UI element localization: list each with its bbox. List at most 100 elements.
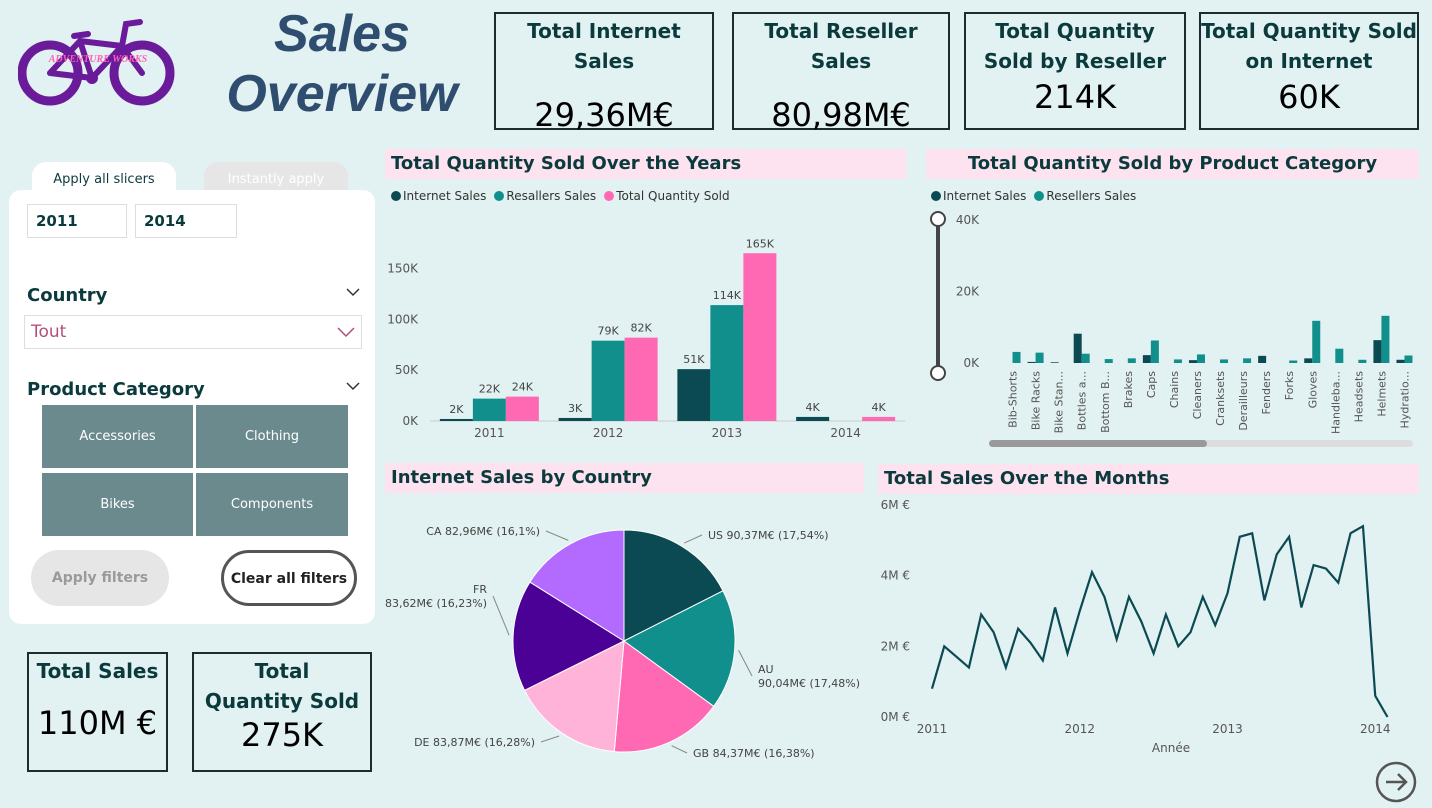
- legend-item: Internet Sales: [931, 189, 1026, 203]
- bar: [1012, 351, 1021, 363]
- leader-line: [683, 534, 703, 544]
- kpi-value: 214K: [1033, 78, 1117, 116]
- chevron-down-icon[interactable]: [344, 283, 362, 301]
- data-label: 4K: [872, 401, 887, 414]
- arrow-right-circle-icon[interactable]: [1374, 760, 1418, 804]
- country-chart-title: Internet Sales by Country: [385, 463, 864, 493]
- bar: [558, 417, 592, 421]
- bar: [1304, 358, 1313, 363]
- legend-item: Resellers Sales: [1034, 189, 1136, 203]
- clear-all-filters-button[interactable]: Clear all filters: [221, 550, 357, 606]
- bar: [1373, 340, 1382, 363]
- slice-label: FR 83,62M€ (16,23%): [385, 583, 487, 610]
- category-chart-title: Total Quantity Sold by Product Category: [926, 149, 1419, 179]
- slice-label: CA 82,96M€ (16,1%): [426, 525, 540, 538]
- title-line-2: Overview: [226, 65, 458, 123]
- bar: [710, 305, 744, 421]
- x-tick-label: Handleba...: [1329, 371, 1342, 434]
- slice-label: GB 84,37M€ (16,38%): [693, 747, 815, 760]
- leader-line: [738, 649, 753, 677]
- x-tick-label: 2012: [593, 426, 624, 440]
- slice-label: AU 90,04M€ (17,48%): [758, 663, 860, 690]
- bar: [1289, 360, 1298, 363]
- months-chart-title: Total Sales Over the Months: [878, 464, 1419, 494]
- category-button-clothing[interactable]: Clothing: [196, 405, 348, 468]
- data-label: 3K: [568, 402, 583, 415]
- x-tick-label: 2014: [1360, 722, 1391, 736]
- bar: [1150, 340, 1159, 363]
- bar: [1243, 358, 1252, 363]
- category-button-components[interactable]: Components: [196, 473, 348, 536]
- data-label: 82K: [631, 322, 653, 335]
- country-dropdown-value: Tout: [31, 322, 67, 342]
- x-tick-label: Chains: [1168, 371, 1181, 408]
- years-bar-chart: 0K 50K 100K 150K 2011 2K 22K 24K 2012 3K 79K 82K 201…: [387, 237, 905, 440]
- legend-item: Internet Sales: [391, 189, 486, 203]
- y-tick-label: 4M €: [881, 569, 910, 583]
- bar: [1188, 360, 1197, 363]
- bar: [439, 418, 473, 421]
- page-title: Sales Overview: [222, 4, 462, 124]
- x-tick-label: Cranksets: [1214, 371, 1227, 426]
- x-tick-label: 2014: [830, 426, 861, 440]
- x-tick-label: Bib-Shorts: [1007, 371, 1020, 428]
- bar: [1027, 361, 1036, 363]
- bar: [1358, 359, 1367, 363]
- y-tick-label: 40K: [956, 213, 980, 227]
- x-tick-label: Helmets: [1375, 371, 1388, 417]
- x-tick-label: 2011: [917, 722, 948, 736]
- category-button-accessories[interactable]: Accessories: [42, 405, 193, 468]
- kpi-label: Total Internet Sales: [527, 19, 681, 73]
- bar: [796, 416, 830, 421]
- kpi-label: Total Sales: [36, 659, 159, 683]
- bar: [1104, 359, 1113, 363]
- kpi-label: Total Reseller Sales: [764, 19, 918, 73]
- kpi-total-quantity-sold: Total Quantity Sold 275K: [192, 652, 372, 772]
- chevron-down-icon[interactable]: [344, 377, 362, 395]
- kpi-value: 80,98M€: [771, 96, 911, 134]
- x-tick-label: Bottom B...: [1099, 371, 1112, 433]
- x-tick-label: Bike Racks: [1030, 371, 1043, 430]
- x-tick-label: Bike Stan...: [1053, 371, 1066, 433]
- kpi-value: 60K: [1278, 78, 1340, 116]
- bar: [1081, 353, 1090, 363]
- y-tick-label: 2M €: [881, 639, 910, 653]
- kpi-total-internet-sales: Total Internet Sales 29,36M€: [494, 12, 714, 134]
- country-pie-chart: US 90,37M€ (17,54%) AU 90,04M€ (17,48%) GB …: [385, 525, 860, 760]
- bar: [1035, 352, 1044, 363]
- chevron-down-icon: [337, 327, 355, 338]
- leader-line: [540, 735, 560, 743]
- y-tick-label: 0K: [402, 414, 419, 428]
- x-tick-label: Bottles a...: [1076, 371, 1089, 430]
- year-from-input[interactable]: 2011: [27, 204, 127, 238]
- country-dropdown[interactable]: Tout: [24, 315, 362, 349]
- bar: [1312, 320, 1321, 363]
- bar: [1142, 355, 1151, 363]
- category-button-bikes[interactable]: Bikes: [42, 473, 193, 536]
- x-tick-label: Headsets: [1352, 371, 1365, 423]
- x-tick-label: 2012: [1064, 722, 1095, 736]
- leader-line: [492, 595, 510, 636]
- bar: [1396, 359, 1405, 363]
- kpi-quantity-internet: Total Quantity Sold on Internet 60K: [1199, 12, 1419, 130]
- year-to-input[interactable]: 2014: [135, 204, 237, 238]
- kpi-value: 110M €: [37, 704, 158, 742]
- data-label: 79K: [598, 325, 620, 338]
- bar: [1173, 359, 1182, 363]
- bar: [1127, 358, 1136, 363]
- bar: [1381, 315, 1390, 363]
- apply-filters-button[interactable]: Apply filters: [31, 550, 169, 606]
- leader-line: [545, 530, 569, 541]
- category-bar-chart: 0K 20K 40K Bib-Shorts Bike Racks Bike Stan...…: [930, 211, 1413, 447]
- kpi-total-sales: Total Sales 110M €: [27, 652, 168, 772]
- bar: [472, 398, 506, 421]
- x-tick-label: Derailleurs: [1237, 371, 1250, 431]
- data-label: 4K: [806, 401, 821, 414]
- x-tick-label: Caps: [1145, 371, 1158, 398]
- bar: [862, 416, 896, 421]
- x-tick-label: Gloves: [1306, 371, 1319, 409]
- logo: ADVENTURE WORKS: [17, 16, 178, 111]
- bar: [1050, 362, 1059, 363]
- x-tick-label: 2011: [474, 426, 505, 440]
- leader-line: [671, 745, 688, 754]
